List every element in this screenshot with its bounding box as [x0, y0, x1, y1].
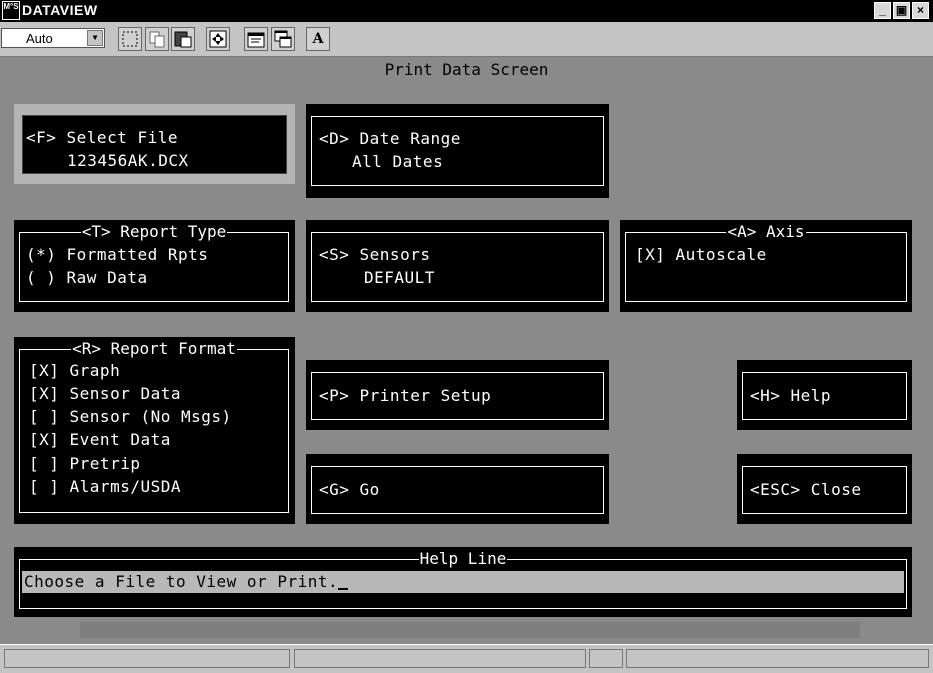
help-line-text: Choose a File to View or Print.	[24, 572, 339, 591]
report-format-graph[interactable]: [X] Graph	[29, 359, 120, 382]
selected-file-name: 123456AK.DCX	[67, 151, 189, 170]
report-format-alarms[interactable]: [ ] Alarms/USDA	[29, 475, 181, 498]
chevron-down-icon[interactable]: ▼	[87, 30, 103, 46]
report-type-option-raw[interactable]: ( ) Raw Data	[26, 266, 148, 289]
copy-icon[interactable]	[145, 27, 169, 51]
report-type-panel: <T> Report Type (*) Formatted Rpts ( ) R…	[14, 220, 295, 312]
status-pane-3	[589, 649, 623, 668]
paste-icon[interactable]	[171, 27, 195, 51]
date-range-value: All Dates	[352, 152, 444, 171]
font-icon[interactable]: A	[306, 27, 330, 51]
app-icon: M°S	[2, 1, 20, 20]
sensors-value: DEFAULT	[364, 268, 435, 287]
printer-setup-button[interactable]: <P> Printer Setup	[306, 360, 609, 430]
zoom-select[interactable]: Auto ▼	[1, 28, 105, 48]
select-box-icon[interactable]	[118, 27, 142, 51]
status-bar	[0, 644, 933, 673]
help-line-field: Choose a File to View or Print.	[22, 571, 904, 593]
axis-panel: <A> Axis [X] Autoscale	[620, 220, 912, 312]
toolbar: Auto ▼ A	[0, 22, 933, 57]
maximize-button[interactable]: ▣	[893, 2, 910, 19]
printer-setup-label: <P> Printer Setup	[319, 386, 492, 405]
close-button[interactable]: <ESC> Close	[737, 454, 912, 524]
help-line-panel: Help Line Choose a File to View or Print…	[14, 547, 912, 617]
text-cursor	[338, 588, 349, 590]
go-button[interactable]: <G> Go	[306, 454, 609, 524]
report-format-panel: <R> Report Format [X] Graph [X] Sensor D…	[14, 337, 295, 524]
close-label: <ESC> Close	[750, 480, 862, 499]
close-window-button[interactable]: ×	[912, 2, 929, 19]
sensors-label: <S> Sensors	[319, 245, 431, 264]
title-bar: M°S DATAVIEW _ ▣ ×	[0, 0, 933, 22]
report-format-title: <R> Report Format	[71, 339, 237, 358]
report-format-sensor-no-msgs[interactable]: [ ] Sensor (No Msgs)	[29, 405, 232, 428]
status-pane-4	[626, 649, 929, 668]
date-range-panel[interactable]: <D> Date Range All Dates	[306, 104, 609, 198]
autoscale-checkbox[interactable]: [X] Autoscale	[635, 243, 767, 266]
zoom-select-value: Auto	[26, 31, 53, 46]
help-line-title: Help Line	[418, 549, 508, 568]
help-label: <H> Help	[750, 386, 832, 405]
help-button[interactable]: <H> Help	[737, 360, 912, 430]
minimize-button[interactable]: _	[874, 2, 891, 19]
status-pane-2	[294, 649, 586, 668]
date-range-label: <D> Date Range	[319, 129, 461, 148]
axis-title: <A> Axis	[726, 222, 806, 241]
report-format-pretrip[interactable]: [ ] Pretrip	[29, 452, 140, 475]
properties-icon[interactable]	[244, 27, 268, 51]
window-title: DATAVIEW	[22, 2, 98, 18]
screen-title: Print Data Screen	[384, 60, 549, 79]
report-type-option-formatted[interactable]: (*) Formatted Rpts	[26, 243, 208, 266]
select-file-panel[interactable]: <F> Select File 123456AK.DCX	[14, 104, 295, 184]
print-data-screen: Print Data Screen <F> Select File 123456…	[0, 57, 933, 644]
report-type-title: <T> Report Type	[80, 222, 228, 241]
sensors-panel[interactable]: <S> Sensors DEFAULT	[306, 220, 609, 312]
window-arrange-icon[interactable]	[271, 27, 295, 51]
screen-shadow	[80, 622, 860, 638]
fit-to-window-icon[interactable]	[206, 27, 230, 51]
report-format-event-data[interactable]: [X] Event Data	[29, 428, 171, 451]
status-pane-1	[4, 649, 290, 668]
go-label: <G> Go	[319, 480, 380, 499]
select-file-label: <F> Select File	[26, 128, 178, 147]
report-format-sensor-data[interactable]: [X] Sensor Data	[29, 382, 181, 405]
